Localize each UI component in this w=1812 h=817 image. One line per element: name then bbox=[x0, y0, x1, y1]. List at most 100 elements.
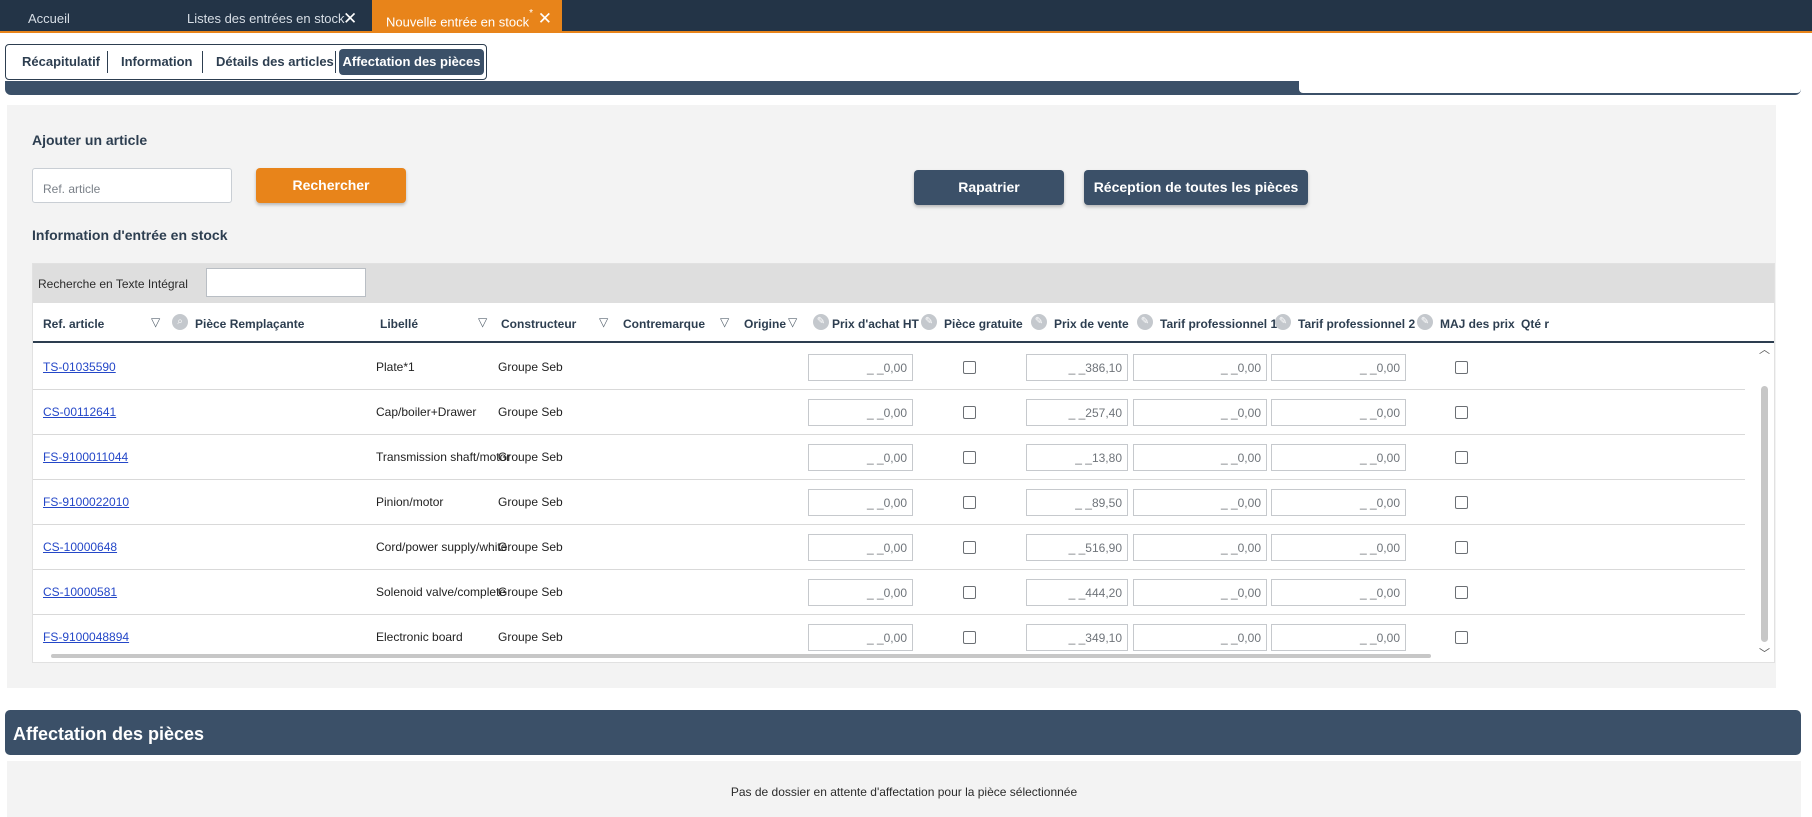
col-sale-price[interactable]: Prix de vente bbox=[1054, 317, 1129, 331]
col-ref[interactable]: Ref. article bbox=[43, 317, 104, 331]
col-replacement[interactable]: Pièce Remplaçante bbox=[195, 317, 304, 331]
price-update-checkbox[interactable] bbox=[1455, 496, 1468, 509]
pro-rate-1-input[interactable]: _ _0,00 bbox=[1133, 354, 1267, 381]
col-purchase-price[interactable]: Prix d'achat HT bbox=[832, 317, 919, 331]
free-part-checkbox[interactable] bbox=[963, 361, 976, 374]
funnel-icon[interactable]: ▽ bbox=[478, 315, 487, 329]
vertical-scrollbar[interactable]: ︿ ﹀ bbox=[1757, 343, 1773, 661]
magnifier-icon[interactable]: ⌕ bbox=[172, 314, 188, 330]
fulltext-search-input[interactable] bbox=[206, 268, 366, 297]
pro-rate-1-input[interactable]: _ _0,00 bbox=[1133, 624, 1267, 651]
free-part-checkbox[interactable] bbox=[963, 451, 976, 464]
table-row[interactable]: CS-10000581 Solenoid valve/complete Grou… bbox=[33, 570, 1745, 615]
funnel-icon[interactable]: ▽ bbox=[720, 315, 729, 329]
purchase-price-input[interactable]: _ _0,00 bbox=[808, 624, 913, 651]
sale-price-input[interactable]: _ _89,50 bbox=[1026, 489, 1128, 516]
table-row[interactable]: FS-9100022010 Pinion/motor Groupe Seb _ … bbox=[33, 480, 1745, 525]
pro-rate-1-input[interactable]: _ _0,00 bbox=[1133, 579, 1267, 606]
purchase-price-input[interactable]: _ _0,00 bbox=[808, 354, 913, 381]
col-pro-rate-1[interactable]: Tarif professionnel 1 bbox=[1160, 317, 1277, 331]
col-origin[interactable]: Origine bbox=[744, 317, 786, 331]
pro-rate-1-input[interactable]: _ _0,00 bbox=[1133, 489, 1267, 516]
ref-link[interactable]: CS-10000648 bbox=[43, 540, 117, 554]
tab-home[interactable]: Accueil bbox=[28, 0, 70, 31]
pro-rate-2-input[interactable]: _ _0,00 bbox=[1271, 624, 1406, 651]
subtab-information[interactable]: Information bbox=[121, 49, 193, 75]
free-part-checkbox[interactable] bbox=[963, 631, 976, 644]
chevron-up-icon[interactable]: ︿ bbox=[1759, 341, 1770, 357]
tab-stock-entries-list[interactable]: Listes des entrées en stock ✕ bbox=[187, 0, 357, 31]
ref-link[interactable]: FS-9100011044 bbox=[43, 450, 128, 464]
sale-price-input[interactable]: _ _349,10 bbox=[1026, 624, 1128, 651]
close-icon[interactable]: ✕ bbox=[538, 0, 552, 38]
ref-article-input[interactable]: Ref. article bbox=[32, 168, 232, 203]
funnel-icon[interactable]: ▽ bbox=[599, 315, 608, 329]
price-update-checkbox[interactable] bbox=[1455, 361, 1468, 374]
price-update-checkbox[interactable] bbox=[1455, 631, 1468, 644]
col-label[interactable]: Libellé bbox=[380, 317, 418, 331]
sale-price-input[interactable]: _ _444,20 bbox=[1026, 579, 1128, 606]
sale-price-input[interactable]: _ _516,90 bbox=[1026, 534, 1128, 561]
sale-price-input[interactable]: _ _13,80 bbox=[1026, 444, 1128, 471]
pro-rate-1-input[interactable]: _ _0,00 bbox=[1133, 534, 1267, 561]
subtab-article-details[interactable]: Détails des articles bbox=[216, 49, 334, 75]
col-free-part[interactable]: Pièce gratuite bbox=[944, 317, 1023, 331]
table-row[interactable]: TS-01035590 Plate*1 Groupe Seb _ _0,00 _… bbox=[33, 345, 1745, 390]
funnel-icon[interactable]: ▽ bbox=[151, 315, 160, 329]
ref-link[interactable]: TS-01035590 bbox=[43, 360, 116, 374]
price-update-checkbox[interactable] bbox=[1455, 541, 1468, 554]
table-row[interactable]: FS-9100011044 Transmission shaft/motor G… bbox=[33, 435, 1745, 480]
ref-link[interactable]: FS-9100022010 bbox=[43, 495, 129, 509]
pro-rate-2-input[interactable]: _ _0,00 bbox=[1271, 354, 1406, 381]
ref-link[interactable]: FS-9100048894 bbox=[43, 630, 129, 644]
purchase-price-input[interactable]: _ _0,00 bbox=[808, 579, 913, 606]
col-price-update[interactable]: MAJ des prix bbox=[1440, 317, 1515, 331]
ref-link[interactable]: CS-10000581 bbox=[43, 585, 117, 599]
pencil-icon[interactable]: ✎ bbox=[813, 314, 829, 330]
sale-price-input[interactable]: _ _257,40 bbox=[1026, 399, 1128, 426]
sale-price-input[interactable]: _ _386,10 bbox=[1026, 354, 1128, 381]
col-brand[interactable]: Contremarque bbox=[623, 317, 705, 331]
pro-rate-2-input[interactable]: _ _0,00 bbox=[1271, 579, 1406, 606]
receive-all-parts-button[interactable]: Réception de toutes les pièces bbox=[1084, 170, 1308, 205]
price-update-checkbox[interactable] bbox=[1455, 586, 1468, 599]
scroll-thumb[interactable] bbox=[1761, 386, 1768, 642]
add-article-title: Ajouter un article bbox=[32, 132, 148, 148]
horizontal-scrollbar[interactable] bbox=[51, 654, 1431, 658]
free-part-checkbox[interactable] bbox=[963, 406, 976, 419]
pencil-icon[interactable]: ✎ bbox=[921, 314, 937, 330]
repatriate-button[interactable]: Rapatrier bbox=[914, 170, 1064, 205]
chevron-down-icon[interactable]: ﹀ bbox=[1759, 645, 1770, 661]
table-row[interactable]: CS-10000648 Cord/power supply/white Grou… bbox=[33, 525, 1745, 570]
free-part-checkbox[interactable] bbox=[963, 541, 976, 554]
purchase-price-input[interactable]: _ _0,00 bbox=[808, 489, 913, 516]
search-button[interactable]: Rechercher bbox=[256, 168, 406, 203]
price-update-checkbox[interactable] bbox=[1455, 406, 1468, 419]
pencil-icon[interactable]: ✎ bbox=[1275, 314, 1291, 330]
subtab-part-allocation[interactable]: Affectation des pièces bbox=[339, 49, 484, 75]
ref-link[interactable]: CS-00112641 bbox=[43, 405, 116, 419]
table-row[interactable]: CS-00112641 Cap/boiler+Drawer Groupe Seb… bbox=[33, 390, 1745, 435]
pro-rate-2-input[interactable]: _ _0,00 bbox=[1271, 399, 1406, 426]
purchase-price-input[interactable]: _ _0,00 bbox=[808, 444, 913, 471]
close-icon[interactable]: ✕ bbox=[343, 0, 357, 38]
pro-rate-2-input[interactable]: _ _0,00 bbox=[1271, 444, 1406, 471]
pencil-icon[interactable]: ✎ bbox=[1417, 314, 1433, 330]
subtab-summary[interactable]: Récapitulatif bbox=[22, 49, 100, 75]
free-part-checkbox[interactable] bbox=[963, 586, 976, 599]
pro-rate-2-input[interactable]: _ _0,00 bbox=[1271, 534, 1406, 561]
price-update-checkbox[interactable] bbox=[1455, 451, 1468, 464]
funnel-icon[interactable]: ▽ bbox=[788, 315, 797, 329]
purchase-price-input[interactable]: _ _0,00 bbox=[808, 534, 913, 561]
free-part-checkbox[interactable] bbox=[963, 496, 976, 509]
pro-rate-2-input[interactable]: _ _0,00 bbox=[1271, 489, 1406, 516]
purchase-price-input[interactable]: _ _0,00 bbox=[808, 399, 913, 426]
pro-rate-1-input[interactable]: _ _0,00 bbox=[1133, 399, 1267, 426]
pencil-icon[interactable]: ✎ bbox=[1137, 314, 1153, 330]
col-maker[interactable]: Constructeur bbox=[501, 317, 576, 331]
col-pro-rate-2[interactable]: Tarif professionnel 2 bbox=[1298, 317, 1415, 331]
pro-rate-1-input[interactable]: _ _0,00 bbox=[1133, 444, 1267, 471]
tab-new-stock-entry[interactable]: Nouvelle entrée en stock* ✕ bbox=[372, 0, 562, 33]
pencil-icon[interactable]: ✎ bbox=[1031, 314, 1047, 330]
col-qty[interactable]: Qté r bbox=[1521, 317, 1549, 331]
